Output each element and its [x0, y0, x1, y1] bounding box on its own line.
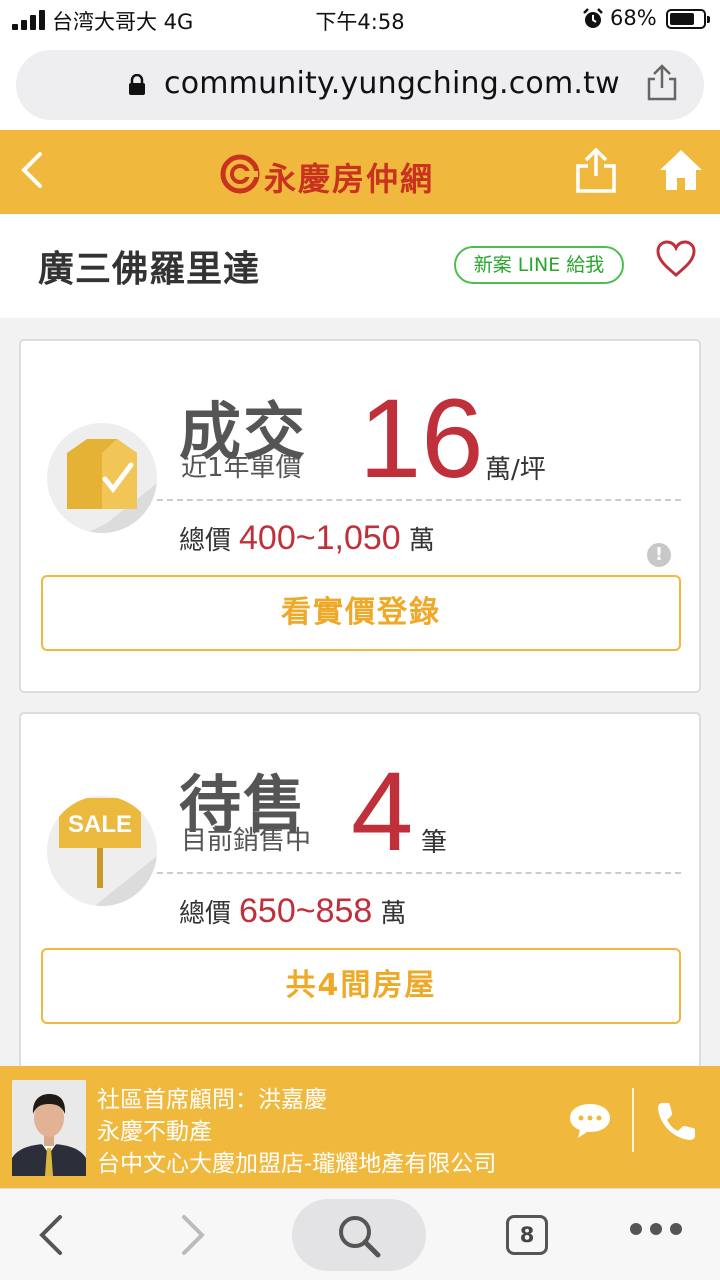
total-unit: 萬 — [408, 526, 435, 556]
chat-bubble-icon[interactable] — [568, 1102, 612, 1140]
separator — [632, 1088, 634, 1152]
heart-icon[interactable] — [656, 240, 696, 278]
app-header: 永慶房仲網 — [0, 130, 720, 214]
unit-price-value: 16 — [359, 376, 484, 501]
line-subscribe-button[interactable]: 新案 LINE 給我 — [454, 246, 624, 284]
sold-total-price: 總價 400~1,050 萬 — [179, 519, 435, 558]
back-chevron-icon[interactable] — [16, 150, 46, 190]
sold-price-card: 成交 近1年單價 16 萬/坪 總價 400~1,050 萬 ! 看實價登錄 — [19, 339, 701, 693]
logo-text: 永慶房仲網 — [264, 160, 435, 198]
share-icon[interactable] — [644, 64, 680, 102]
status-bar: 台湾大哥大 4G 下午4:58 68% — [0, 0, 720, 40]
forward-arrow-icon[interactable] — [178, 1213, 208, 1257]
view-transactions-button[interactable]: 看實價登錄 — [41, 575, 681, 651]
share-icon[interactable] — [574, 148, 618, 194]
address-bar[interactable]: community.yungching.com.tw — [16, 50, 704, 120]
agent-branch: 台中文心大慶加盟店-瓏耀地產有限公司 — [97, 1151, 497, 1177]
for-sale-card: SALE 待售 目前銷售中 4 筆 總價 650~858 萬 共4間房屋 — [19, 712, 701, 1072]
browser-toolbar: 8 — [0, 1188, 720, 1280]
community-title-row: 廣三佛羅里達 新案 LINE 給我 — [0, 214, 720, 318]
alarm-icon — [583, 8, 603, 28]
community-name: 廣三佛羅里達 — [38, 249, 261, 290]
for-sale-sublabel: 目前銷售中 — [181, 826, 312, 856]
total-unit: 萬 — [380, 899, 407, 929]
info-icon[interactable]: ! — [647, 543, 671, 567]
total-range: 400~1,050 — [239, 519, 401, 557]
for-sale-total-price: 總價 650~858 萬 — [179, 892, 406, 931]
view-listings-button[interactable]: 共4間房屋 — [41, 948, 681, 1024]
sold-house-icon — [47, 423, 157, 533]
home-icon[interactable] — [658, 148, 704, 192]
back-arrow-icon[interactable] — [36, 1213, 66, 1257]
brand-logo[interactable]: 永慶房仲網 — [220, 154, 440, 198]
agent-company: 永慶不動產 — [97, 1119, 212, 1145]
total-prefix: 總價 — [179, 899, 232, 929]
more-icon[interactable] — [630, 1223, 684, 1237]
total-prefix: 總價 — [179, 526, 232, 556]
sold-sublabel: 近1年單價 — [181, 453, 302, 483]
divider — [157, 499, 681, 501]
agent-title: 社區首席顧問：洪嘉慶 — [97, 1087, 327, 1113]
url-text[interactable]: community.yungching.com.tw — [164, 66, 620, 101]
battery-icon — [666, 9, 710, 29]
sale-sign-text: SALE — [68, 811, 132, 838]
total-range: 650~858 — [239, 892, 373, 930]
listing-count-unit: 筆 — [421, 828, 448, 858]
listing-count-value: 4 — [351, 749, 414, 874]
search-button[interactable] — [292, 1199, 426, 1271]
logo-mark-icon — [220, 154, 260, 194]
tabs-button[interactable]: 8 — [506, 1215, 548, 1255]
agent-avatar[interactable] — [12, 1080, 86, 1176]
unit-price-unit: 萬/坪 — [485, 455, 546, 485]
battery-percent: 68% — [610, 6, 657, 30]
agent-contact-bar: 社區首席顧問：洪嘉慶 永慶不動產 台中文心大慶加盟店-瓏耀地產有限公司 — [0, 1066, 720, 1188]
sale-sign-icon: SALE — [47, 796, 157, 906]
search-icon — [339, 1216, 381, 1258]
phone-icon[interactable] — [656, 1100, 698, 1142]
lock-icon — [129, 74, 145, 95]
divider — [157, 872, 681, 874]
